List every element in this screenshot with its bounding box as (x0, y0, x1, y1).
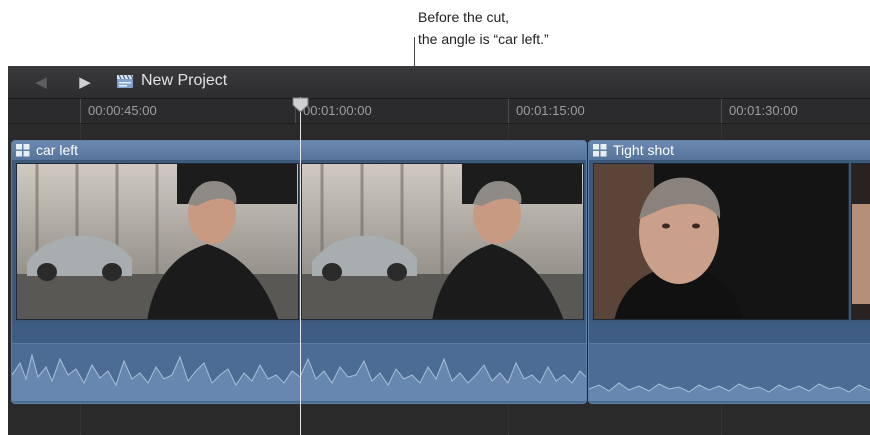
clip-header: car left (12, 141, 586, 161)
audio-waveform (589, 382, 870, 401)
playhead-line[interactable] (300, 97, 301, 435)
clip-header: Tight shot (589, 141, 870, 161)
clip-tight-shot[interactable]: Tight shot (588, 140, 870, 404)
ruler-tick (508, 99, 509, 123)
video-thumbnail (301, 163, 584, 320)
play-forward-icon[interactable]: ▶ (68, 66, 102, 98)
timeline-toolbar: ◀ ▶ New Project (8, 66, 870, 99)
filmstrip (593, 163, 870, 320)
back-arrow-icon[interactable]: ◀ (24, 66, 58, 98)
audio-waveform-track (12, 323, 586, 403)
clip-name: Tight shot (613, 142, 674, 158)
audio-waveform-track (589, 323, 870, 403)
ruler-timecode: 00:01:30:00 (729, 103, 798, 118)
callout-line-2: the angle is “car left.” (418, 31, 549, 47)
clip-car-left[interactable]: car left (11, 140, 587, 404)
callout-annotation: Before the cut, the angle is “car left.” (418, 6, 549, 50)
video-thumbnail (593, 163, 849, 320)
playhead-handle[interactable] (292, 97, 309, 113)
ruler-timecode: 00:01:15:00 (516, 103, 585, 118)
project-title: New Project (141, 72, 228, 89)
ruler-tick (80, 99, 81, 123)
multicam-clip-icon (593, 144, 607, 157)
multicam-clip-icon (16, 144, 30, 157)
video-thumbnail (16, 163, 299, 320)
timecode-ruler[interactable]: 00:00:45:00 00:01:00:00 00:01:15:00 00:0… (8, 99, 870, 124)
ruler-timecode: 00:01:00:00 (303, 103, 372, 118)
clip-name: car left (36, 142, 79, 158)
callout-line-1: Before the cut, (418, 9, 510, 25)
ruler-timecode: 00:00:45:00 (88, 103, 157, 118)
timeline-panel: ◀ ▶ New Project 00:00:45:00 00:01:00:00 … (8, 66, 870, 435)
audio-waveform (12, 353, 586, 401)
ruler-tick (721, 99, 722, 123)
clapperboard-icon (117, 74, 134, 88)
video-thumbnail (851, 163, 870, 320)
